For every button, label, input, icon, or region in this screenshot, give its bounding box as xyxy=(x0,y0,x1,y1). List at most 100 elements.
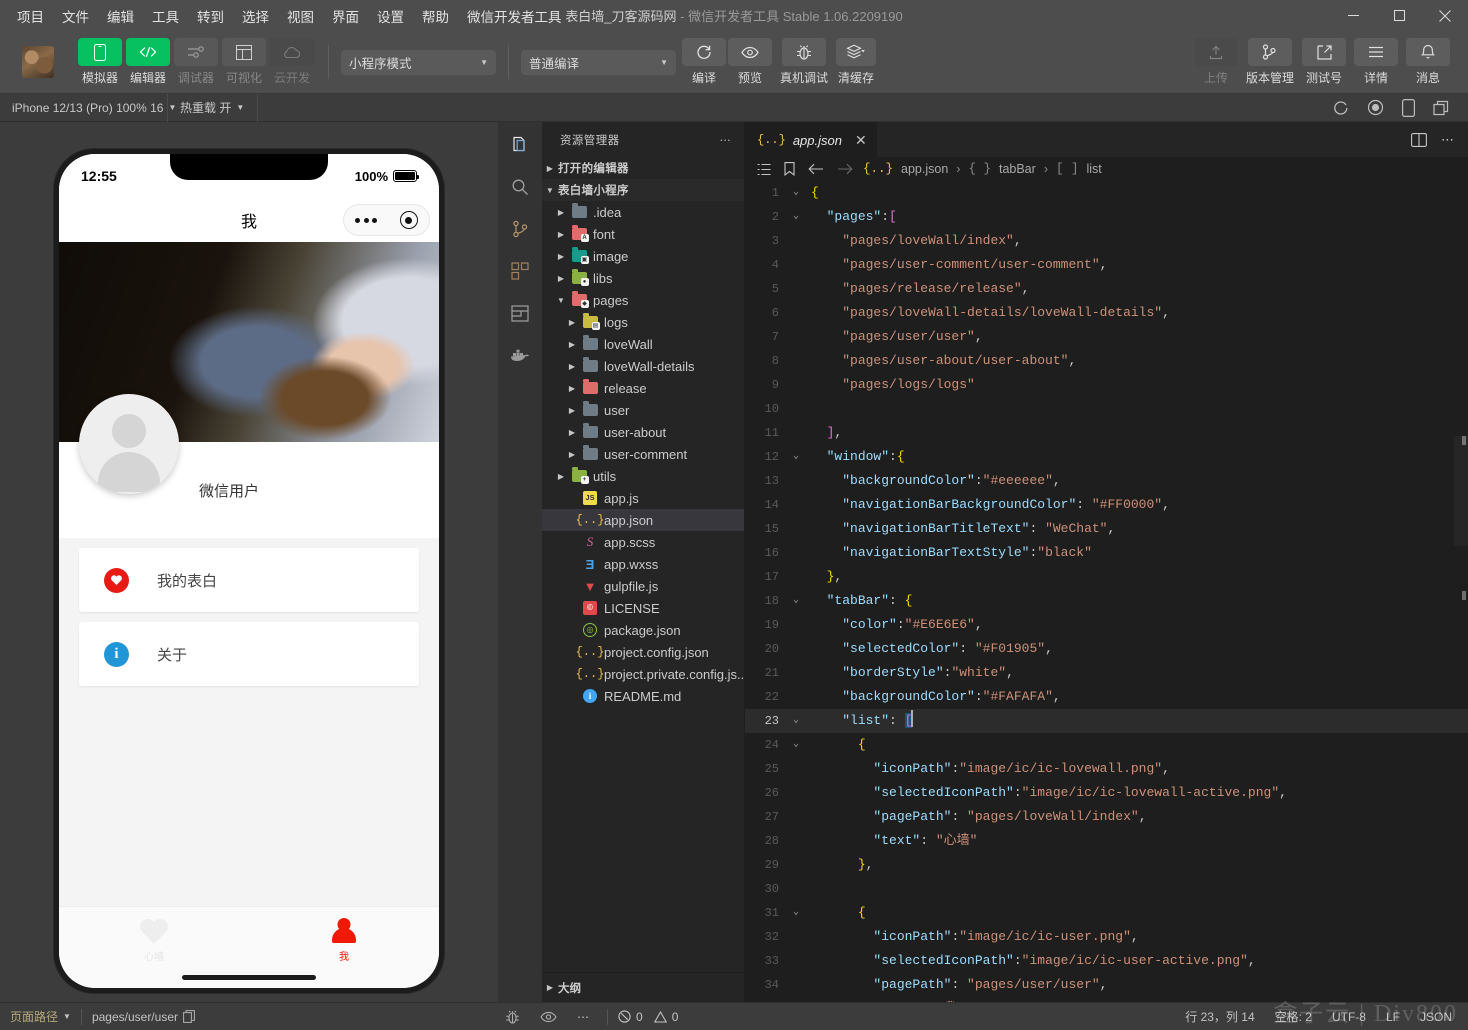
breadcrumb-label-1[interactable]: tabBar xyxy=(999,162,1036,176)
code-line-5[interactable]: 5 "pages/release/release", xyxy=(745,277,1468,301)
tree-item-README.md[interactable]: ▶iREADME.md xyxy=(542,685,744,707)
code-line-13[interactable]: 13 "backgroundColor":"#eeeeee", xyxy=(745,469,1468,493)
more-actions-icon[interactable]: ⋯ xyxy=(720,133,733,147)
tree-item-loveWall[interactable]: ▶loveWall xyxy=(542,333,744,355)
bookmark-icon[interactable] xyxy=(784,162,795,176)
code-line-23[interactable]: 23⌄ "list": [ xyxy=(745,709,1468,733)
editor-tab-app-json[interactable]: {..} app.json ✕ xyxy=(745,122,878,157)
problems-indicator[interactable]: 0 0 xyxy=(608,1003,688,1030)
close-button[interactable] xyxy=(1422,0,1468,31)
docker-icon[interactable] xyxy=(505,342,535,368)
cursor-position[interactable]: 行 23，列 14 xyxy=(1175,1003,1264,1030)
code-line-19[interactable]: 19 "color":"#E6E6E6", xyxy=(745,613,1468,637)
tree-item-app.json[interactable]: ▶{..}app.json xyxy=(542,509,744,531)
device-icon[interactable] xyxy=(1402,99,1415,117)
tree-item-user-comment[interactable]: ▶user-comment xyxy=(542,443,744,465)
menu-item-4[interactable]: 转到 xyxy=(188,2,233,30)
chevron-right-icon[interactable]: ▶ xyxy=(553,274,569,283)
code-line-28[interactable]: 28 "text": "心墙" xyxy=(745,829,1468,853)
tree-item-user[interactable]: ▶user xyxy=(542,399,744,421)
end-of-line[interactable]: LF xyxy=(1376,1003,1410,1030)
code-line-25[interactable]: 25 "iconPath":"image/ic/ic-lovewall.png"… xyxy=(745,757,1468,781)
mode-select[interactable]: 小程序模式 ▼ xyxy=(341,50,496,75)
tree-item-image[interactable]: ▶▣image xyxy=(542,245,744,267)
breadcrumb-label-2[interactable]: list xyxy=(1087,162,1102,176)
code-line-4[interactable]: 4 "pages/user-comment/user-comment", xyxy=(745,253,1468,277)
code-line-14[interactable]: 14 "navigationBarBackgroundColor": "#FF0… xyxy=(745,493,1468,517)
menu-item-5[interactable]: 选择 xyxy=(233,2,278,30)
fold-chevron-icon[interactable]: ⌄ xyxy=(785,901,807,925)
close-icon[interactable]: ✕ xyxy=(855,132,867,149)
code-content[interactable]: 1⌄{2⌄ "pages":[3 "pages/loveWall/index",… xyxy=(745,181,1468,1002)
messages-button[interactable]: 消息 xyxy=(1406,38,1450,86)
menu-item-about[interactable]: i 关于 xyxy=(79,622,419,686)
visualization-toggle[interactable]: 可视化 xyxy=(220,38,268,86)
code-line-7[interactable]: 7 "pages/user/user", xyxy=(745,325,1468,349)
project-section[interactable]: ▼ 表白墙小程序 xyxy=(542,179,744,201)
avatar[interactable] xyxy=(79,394,179,494)
code-line-3[interactable]: 3 "pages/loveWall/index", xyxy=(745,229,1468,253)
fold-chevron-icon[interactable]: ⌄ xyxy=(785,589,807,613)
code-line-30[interactable]: 30 xyxy=(745,877,1468,901)
clear-cache-button[interactable]: 清缓存 xyxy=(836,38,876,86)
menu-item-my-confession[interactable]: 我的表白 xyxy=(79,548,419,612)
copy-icon[interactable] xyxy=(1433,100,1452,116)
code-line-15[interactable]: 15 "navigationBarTitleText": "WeChat", xyxy=(745,517,1468,541)
code-line-9[interactable]: 9 "pages/logs/logs" xyxy=(745,373,1468,397)
outline-icon[interactable] xyxy=(757,163,771,176)
fold-chevron-icon[interactable]: ⌄ xyxy=(785,733,807,757)
forward-arrow-icon[interactable] xyxy=(837,163,853,175)
chevron-right-icon[interactable]: ▶ xyxy=(553,252,569,261)
chevron-right-icon[interactable]: ▶ xyxy=(564,318,580,327)
code-line-1[interactable]: 1⌄{ xyxy=(745,181,1468,205)
chevron-right-icon[interactable]: ▶ xyxy=(564,384,580,393)
menu-item-0[interactable]: 项目 xyxy=(8,2,53,30)
menu-item-8[interactable]: 设置 xyxy=(368,2,413,30)
code-line-33[interactable]: 33 "selectedIconPath":"image/ic/ic-user-… xyxy=(745,949,1468,973)
upload-button[interactable]: 上传 xyxy=(1194,38,1238,86)
code-line-34[interactable]: 34 "pagePath": "pages/user/user", xyxy=(745,973,1468,997)
test-account-button[interactable]: 测试号 xyxy=(1302,38,1346,86)
remote-debug-button[interactable]: 真机调试 xyxy=(780,38,828,86)
chevron-right-icon[interactable]: ▶ xyxy=(553,472,569,481)
code-line-6[interactable]: 6 "pages/loveWall-details/loveWall-detai… xyxy=(745,301,1468,325)
tree-item-project.private.config.js...[interactable]: ▶{..}project.private.config.js... xyxy=(542,663,744,685)
menu-item-1[interactable]: 文件 xyxy=(53,2,98,30)
menu-item-7[interactable]: 界面 xyxy=(323,2,368,30)
tree-item-package.json[interactable]: ▶◎package.json xyxy=(542,619,744,641)
project-avatar[interactable] xyxy=(22,46,54,78)
code-line-26[interactable]: 26 "selectedIconPath":"image/ic/ic-lovew… xyxy=(745,781,1468,805)
split-editor-icon[interactable] xyxy=(1411,133,1427,147)
tree-item-LICENSE[interactable]: ▶©LICENSE xyxy=(542,597,744,619)
code-line-18[interactable]: 18⌄ "tabBar": { xyxy=(745,589,1468,613)
code-line-11[interactable]: 11 ], xyxy=(745,421,1468,445)
menu-item-6[interactable]: 视图 xyxy=(278,2,323,30)
chevron-right-icon[interactable]: ▶ xyxy=(564,450,580,459)
editor-toggle[interactable]: 编辑器 xyxy=(124,38,172,86)
scrollbar-thumb[interactable] xyxy=(1454,436,1468,546)
details-button[interactable]: 详情 xyxy=(1354,38,1398,86)
fold-chevron-icon[interactable]: ⌄ xyxy=(785,205,807,229)
open-editors-section[interactable]: ▶ 打开的编辑器 xyxy=(542,157,744,179)
menu-item-10[interactable]: 微信开发者工具 xyxy=(458,2,571,30)
fold-chevron-icon[interactable]: ⌄ xyxy=(785,445,807,469)
extensions-icon[interactable] xyxy=(505,258,535,284)
chevron-right-icon[interactable]: ▶ xyxy=(564,428,580,437)
breadcrumb-label-0[interactable]: app.json xyxy=(901,162,948,176)
layout-icon[interactable] xyxy=(505,300,535,326)
tree-item-pages[interactable]: ▼◆pages xyxy=(542,289,744,311)
chevron-down-icon[interactable]: ▼ xyxy=(553,296,569,305)
tree-item-app.js[interactable]: ▶JSapp.js xyxy=(542,487,744,509)
code-line-22[interactable]: 22 "backgroundColor":"#FAFAFA", xyxy=(745,685,1468,709)
tree-item-gulpfile.js[interactable]: ▶▼gulpfile.js xyxy=(542,575,744,597)
chevron-right-icon[interactable]: ▶ xyxy=(564,340,580,349)
code-line-27[interactable]: 27 "pagePath": "pages/loveWall/index", xyxy=(745,805,1468,829)
tree-item-libs[interactable]: ▶●libs xyxy=(542,267,744,289)
version-control-button[interactable]: 版本管理 xyxy=(1246,38,1294,86)
code-line-31[interactable]: 31⌄ { xyxy=(745,901,1468,925)
tree-item-utils[interactable]: ▶+utils xyxy=(542,465,744,487)
source-control-icon[interactable] xyxy=(505,216,535,242)
code-line-24[interactable]: 24⌄ { xyxy=(745,733,1468,757)
minimize-button[interactable] xyxy=(1330,0,1376,31)
code-line-20[interactable]: 20 "selectedColor": "#F01905", xyxy=(745,637,1468,661)
